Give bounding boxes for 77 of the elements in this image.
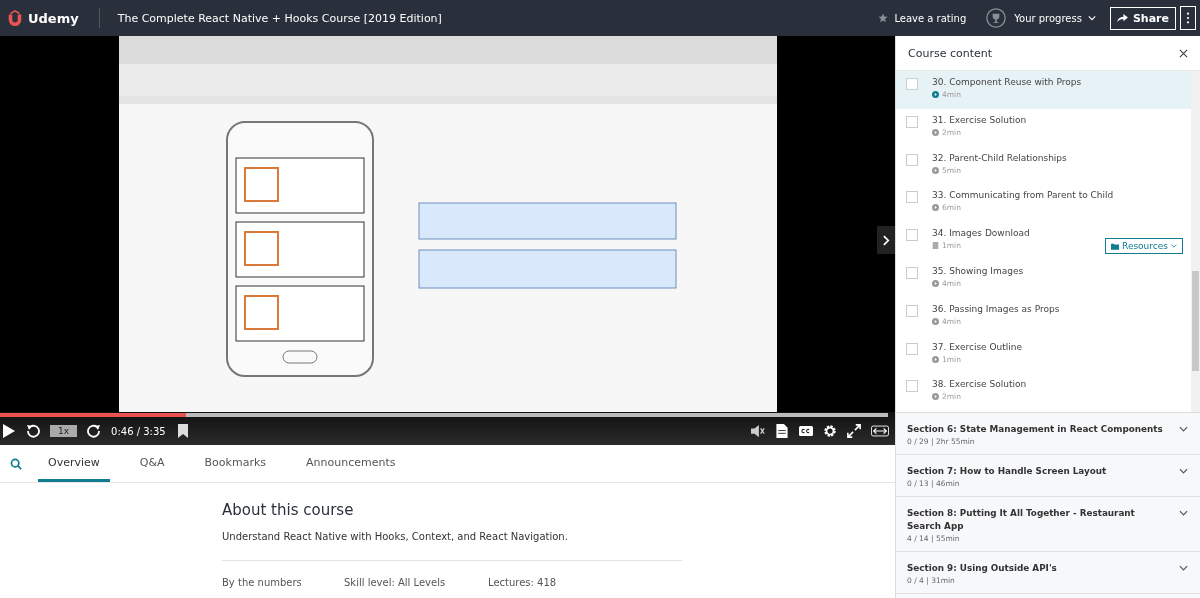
tab[interactable]: Bookmarks [194,445,277,482]
lecture-title: 38. Exercise Solution [932,379,1027,390]
progress-button[interactable]: Your progress [986,8,1096,28]
file-icon [932,242,939,250]
speed-button[interactable]: 1x [50,425,78,437]
stat-text: By the numbers [222,577,303,588]
captions-icon[interactable] [799,424,813,438]
expand-icon[interactable] [871,424,889,438]
stat-text: Skill level: All Levels [344,577,447,588]
resources-button[interactable]: Resources [1105,238,1183,255]
play-icon[interactable] [2,424,16,438]
tab[interactable]: Overview [38,445,110,482]
play-circle-icon [932,393,939,401]
stat-text: Lectures: 418 [488,577,557,588]
lecture-title: 32. Parent-Child Relationships [932,152,1067,163]
checkbox[interactable] [906,304,918,317]
settings-icon[interactable] [823,424,837,438]
scrollbar[interactable] [1191,71,1200,412]
lecture-title: 34. Images Download [932,228,1030,239]
lecture-title: 31. Exercise Solution [932,114,1027,125]
forward-icon[interactable] [87,424,102,438]
checkbox[interactable] [906,342,918,355]
lecture-title: 30. Component Reuse with Props [932,77,1082,87]
chevron-icon [1179,565,1188,571]
chevron-icon [1179,426,1188,432]
play-circle-icon [932,128,939,136]
checkbox[interactable] [906,153,918,166]
next-button[interactable] [877,226,895,254]
course-description: Understand React Native with Hooks, Context, and React Navigation. [222,531,569,542]
chevron-right-icon [882,234,890,246]
lecture-title: 36. Passing Images as Props [932,303,1060,314]
section-title: Section 6: State Management in React Components [907,423,1163,436]
chevron-icon [1179,468,1188,474]
folder-icon [1111,242,1120,250]
play-circle-icon [932,91,939,98]
search-icon[interactable] [10,457,22,470]
section-title: Section 8: Putting It All Together - Restaurant Search App [907,507,1136,533]
bookmark-icon[interactable] [175,424,190,438]
section-title: Section 9: Using Outside API's [907,562,1057,575]
close-icon[interactable] [1179,48,1188,58]
star-icon [878,13,889,23]
tab[interactable]: Q&A [129,445,175,482]
checkbox[interactable] [906,191,918,204]
play-circle-icon [932,317,939,325]
sidebar-title: Course content [908,46,992,60]
tab[interactable]: Announcements [296,445,406,482]
lecture-title: 33. Communicating from Parent to Child [932,190,1114,201]
more-icon [1186,12,1190,24]
share-icon [1116,13,1128,23]
play-circle-icon [932,280,939,287]
logo-icon [6,9,24,27]
rewind-icon[interactable] [26,424,40,438]
lecture-title: 35. Showing Images [932,266,1024,276]
fullscreen-icon[interactable] [847,424,861,438]
volume-icon[interactable] [751,424,765,438]
play-circle-icon [932,204,939,212]
section-heading: About this course [222,501,355,519]
section-title: Section 7: How to Handle Screen Layout [907,465,1107,478]
lecture-title: 37. Exercise Outline [932,341,1023,352]
share-button[interactable]: Share [1109,6,1176,30]
leave-rating-button[interactable]: Leave a rating [878,12,967,24]
caret-icon [1087,15,1096,21]
time-display: 0:46 / 3:35 [111,425,166,437]
chevron-icon [1179,510,1188,516]
logo-text[interactable]: Udemy [28,10,79,26]
checkbox[interactable] [906,380,918,393]
checkbox[interactable] [906,78,918,90]
caret-icon [1171,244,1177,249]
trophy-icon [986,8,1007,28]
checkbox[interactable] [906,267,918,279]
checkbox[interactable] [906,115,918,128]
transcript-icon[interactable] [775,424,789,438]
course-title: The Complete React Native + Hooks Course [2019 Edition] [117,11,442,25]
play-circle-icon [932,166,939,174]
play-circle-icon [932,355,939,363]
more-button[interactable] [1180,6,1196,30]
checkbox[interactable] [906,229,918,242]
